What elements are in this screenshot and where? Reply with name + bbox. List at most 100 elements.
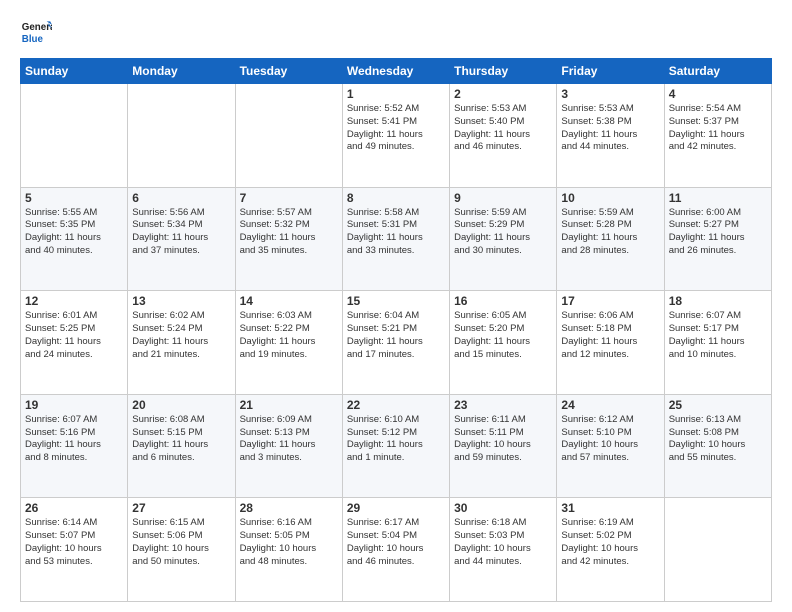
day-number: 15 xyxy=(347,294,445,308)
day-number: 5 xyxy=(25,191,123,205)
day-info: Sunrise: 6:07 AM Sunset: 5:16 PM Dayligh… xyxy=(25,414,123,465)
calendar-cell-w3-d0: 19 Sunrise: 6:07 AM Sunset: 5:16 PM Dayli… xyxy=(21,394,128,498)
day-info: Sunrise: 6:03 AM Sunset: 5:22 PM Dayligh… xyxy=(240,310,338,361)
weekday-header-wednesday: Wednesday xyxy=(342,59,449,84)
svg-text:Blue: Blue xyxy=(22,34,44,45)
weekday-header-tuesday: Tuesday xyxy=(235,59,342,84)
calendar-cell-w2-d0: 12Sunrise: 6:01 AM Sunset: 5:25 PM Dayli… xyxy=(21,291,128,395)
day-info: Sunrise: 6:02 AM Sunset: 5:24 PM Dayligh… xyxy=(132,310,230,361)
calendar-cell-w1-d0: 5Sunrise: 5:55 AM Sunset: 5:35 PM Daylig… xyxy=(21,187,128,291)
day-number: 6 xyxy=(132,191,230,205)
calendar-cell-w4-d0: 26 Sunrise: 6:14 AM Sunset: 5:07 PM Dayli… xyxy=(21,498,128,602)
day-info: Sunrise: 6:04 AM Sunset: 5:21 PM Dayligh… xyxy=(347,310,445,361)
day-info: Sunrise: 5:53 AM Sunset: 5:38 PM Dayligh… xyxy=(561,103,659,154)
calendar-cell-w3-d3: 22 Sunrise: 6:10 AM Sunset: 5:12 PM Dayli… xyxy=(342,394,449,498)
day-info: Sunrise: 5:57 AM Sunset: 5:32 PM Dayligh… xyxy=(240,207,338,258)
day-number: 14 xyxy=(240,294,338,308)
calendar-cell-w3-d6: 25 Sunrise: 6:13 AM Sunset: 5:08 PM Dayli… xyxy=(664,394,771,498)
calendar-cell-w4-d4: 30Sunrise: 6:18 AM Sunset: 5:03 PM Dayli… xyxy=(450,498,557,602)
day-info: Sunrise: 6:16 AM Sunset: 5:05 PM Dayligh… xyxy=(240,517,338,568)
day-info: Sunrise: 6:06 AM Sunset: 5:18 PM Dayligh… xyxy=(561,310,659,361)
day-info: Sunrise: 6:13 AM Sunset: 5:08 PM Dayligh… xyxy=(669,414,767,465)
day-number: 26 xyxy=(25,501,123,515)
header: General Blue xyxy=(20,16,772,48)
day-number: 9 xyxy=(454,191,552,205)
calendar-cell-w0-d6: 4 Sunrise: 5:54 AM Sunset: 5:37 PM Daylig… xyxy=(664,84,771,188)
day-number: 31 xyxy=(561,501,659,515)
calendar-cell-w3-d5: 24 Sunrise: 6:12 AM Sunset: 5:10 PM Dayli… xyxy=(557,394,664,498)
day-info: Sunrise: 6:01 AM Sunset: 5:25 PM Dayligh… xyxy=(25,310,123,361)
page: General Blue SundayMondayTuesdayWednesda… xyxy=(0,0,792,612)
day-info: Sunrise: 6:10 AM Sunset: 5:12 PM Dayligh… xyxy=(347,414,445,465)
calendar-table: SundayMondayTuesdayWednesdayThursdayFrid… xyxy=(20,58,772,602)
calendar-cell-w2-d1: 13 Sunrise: 6:02 AM Sunset: 5:24 PM Dayli… xyxy=(128,291,235,395)
calendar-cell-w4-d5: 31Sunrise: 6:19 AM Sunset: 5:02 PM Dayli… xyxy=(557,498,664,602)
weekday-header-saturday: Saturday xyxy=(664,59,771,84)
logo: General Blue xyxy=(20,16,52,48)
day-number: 7 xyxy=(240,191,338,205)
calendar-cell-w3-d2: 21 Sunrise: 6:09 AM Sunset: 5:13 PM Dayli… xyxy=(235,394,342,498)
calendar-cell-w0-d1 xyxy=(128,84,235,188)
day-number: 25 xyxy=(669,398,767,412)
day-info: Sunrise: 5:59 AM Sunset: 5:29 PM Dayligh… xyxy=(454,207,552,258)
day-info: Sunrise: 6:17 AM Sunset: 5:04 PM Dayligh… xyxy=(347,517,445,568)
day-number: 13 xyxy=(132,294,230,308)
calendar-cell-w3-d1: 20 Sunrise: 6:08 AM Sunset: 5:15 PM Dayli… xyxy=(128,394,235,498)
day-info: Sunrise: 6:18 AM Sunset: 5:03 PM Dayligh… xyxy=(454,517,552,568)
day-info: Sunrise: 6:12 AM Sunset: 5:10 PM Dayligh… xyxy=(561,414,659,465)
day-number: 16 xyxy=(454,294,552,308)
day-info: Sunrise: 6:05 AM Sunset: 5:20 PM Dayligh… xyxy=(454,310,552,361)
day-number: 21 xyxy=(240,398,338,412)
day-info: Sunrise: 5:54 AM Sunset: 5:37 PM Dayligh… xyxy=(669,103,767,154)
calendar-cell-w4-d2: 28 Sunrise: 6:16 AM Sunset: 5:05 PM Dayli… xyxy=(235,498,342,602)
calendar-cell-w1-d2: 7 Sunrise: 5:57 AM Sunset: 5:32 PM Daylig… xyxy=(235,187,342,291)
day-number: 8 xyxy=(347,191,445,205)
calendar-cell-w1-d5: 10Sunrise: 5:59 AM Sunset: 5:28 PM Dayli… xyxy=(557,187,664,291)
calendar-cell-w1-d6: 11Sunrise: 6:00 AM Sunset: 5:27 PM Dayli… xyxy=(664,187,771,291)
day-info: Sunrise: 6:14 AM Sunset: 5:07 PM Dayligh… xyxy=(25,517,123,568)
day-number: 20 xyxy=(132,398,230,412)
calendar-cell-w4-d6 xyxy=(664,498,771,602)
day-number: 4 xyxy=(669,87,767,101)
day-number: 23 xyxy=(454,398,552,412)
svg-text:General: General xyxy=(22,22,52,33)
calendar-cell-w1-d4: 9 Sunrise: 5:59 AM Sunset: 5:29 PM Daylig… xyxy=(450,187,557,291)
weekday-header-row: SundayMondayTuesdayWednesdayThursdayFrid… xyxy=(21,59,772,84)
day-info: Sunrise: 6:09 AM Sunset: 5:13 PM Dayligh… xyxy=(240,414,338,465)
day-number: 18 xyxy=(669,294,767,308)
day-info: Sunrise: 6:08 AM Sunset: 5:15 PM Dayligh… xyxy=(132,414,230,465)
day-number: 17 xyxy=(561,294,659,308)
day-number: 27 xyxy=(132,501,230,515)
calendar-cell-w0-d2 xyxy=(235,84,342,188)
calendar-cell-w3-d4: 23 Sunrise: 6:11 AM Sunset: 5:11 PM Dayli… xyxy=(450,394,557,498)
calendar-week-2: 12Sunrise: 6:01 AM Sunset: 5:25 PM Dayli… xyxy=(21,291,772,395)
calendar-week-1: 5Sunrise: 5:55 AM Sunset: 5:35 PM Daylig… xyxy=(21,187,772,291)
day-number: 10 xyxy=(561,191,659,205)
day-info: Sunrise: 5:56 AM Sunset: 5:34 PM Dayligh… xyxy=(132,207,230,258)
day-number: 2 xyxy=(454,87,552,101)
calendar-week-4: 26 Sunrise: 6:14 AM Sunset: 5:07 PM Dayli… xyxy=(21,498,772,602)
weekday-header-friday: Friday xyxy=(557,59,664,84)
day-number: 3 xyxy=(561,87,659,101)
day-number: 19 xyxy=(25,398,123,412)
calendar-week-3: 19 Sunrise: 6:07 AM Sunset: 5:16 PM Dayli… xyxy=(21,394,772,498)
day-number: 28 xyxy=(240,501,338,515)
day-info: Sunrise: 5:53 AM Sunset: 5:40 PM Dayligh… xyxy=(454,103,552,154)
day-number: 1 xyxy=(347,87,445,101)
logo-icon: General Blue xyxy=(20,16,52,48)
calendar-cell-w0-d0 xyxy=(21,84,128,188)
calendar-cell-w2-d6: 18Sunrise: 6:07 AM Sunset: 5:17 PM Dayli… xyxy=(664,291,771,395)
calendar-cell-w0-d5: 3 Sunrise: 5:53 AM Sunset: 5:38 PM Daylig… xyxy=(557,84,664,188)
calendar-cell-w2-d4: 16 Sunrise: 6:05 AM Sunset: 5:20 PM Dayli… xyxy=(450,291,557,395)
day-number: 22 xyxy=(347,398,445,412)
calendar-cell-w0-d4: 2 Sunrise: 5:53 AM Sunset: 5:40 PM Daylig… xyxy=(450,84,557,188)
day-number: 24 xyxy=(561,398,659,412)
calendar-cell-w1-d1: 6 Sunrise: 5:56 AM Sunset: 5:34 PM Daylig… xyxy=(128,187,235,291)
day-info: Sunrise: 6:11 AM Sunset: 5:11 PM Dayligh… xyxy=(454,414,552,465)
calendar-cell-w0-d3: 1Sunrise: 5:52 AM Sunset: 5:41 PM Daylig… xyxy=(342,84,449,188)
calendar-week-0: 1Sunrise: 5:52 AM Sunset: 5:41 PM Daylig… xyxy=(21,84,772,188)
calendar-cell-w4-d3: 29Sunrise: 6:17 AM Sunset: 5:04 PM Dayli… xyxy=(342,498,449,602)
calendar-cell-w1-d3: 8Sunrise: 5:58 AM Sunset: 5:31 PM Daylig… xyxy=(342,187,449,291)
weekday-header-thursday: Thursday xyxy=(450,59,557,84)
calendar-cell-w2-d2: 14 Sunrise: 6:03 AM Sunset: 5:22 PM Dayli… xyxy=(235,291,342,395)
